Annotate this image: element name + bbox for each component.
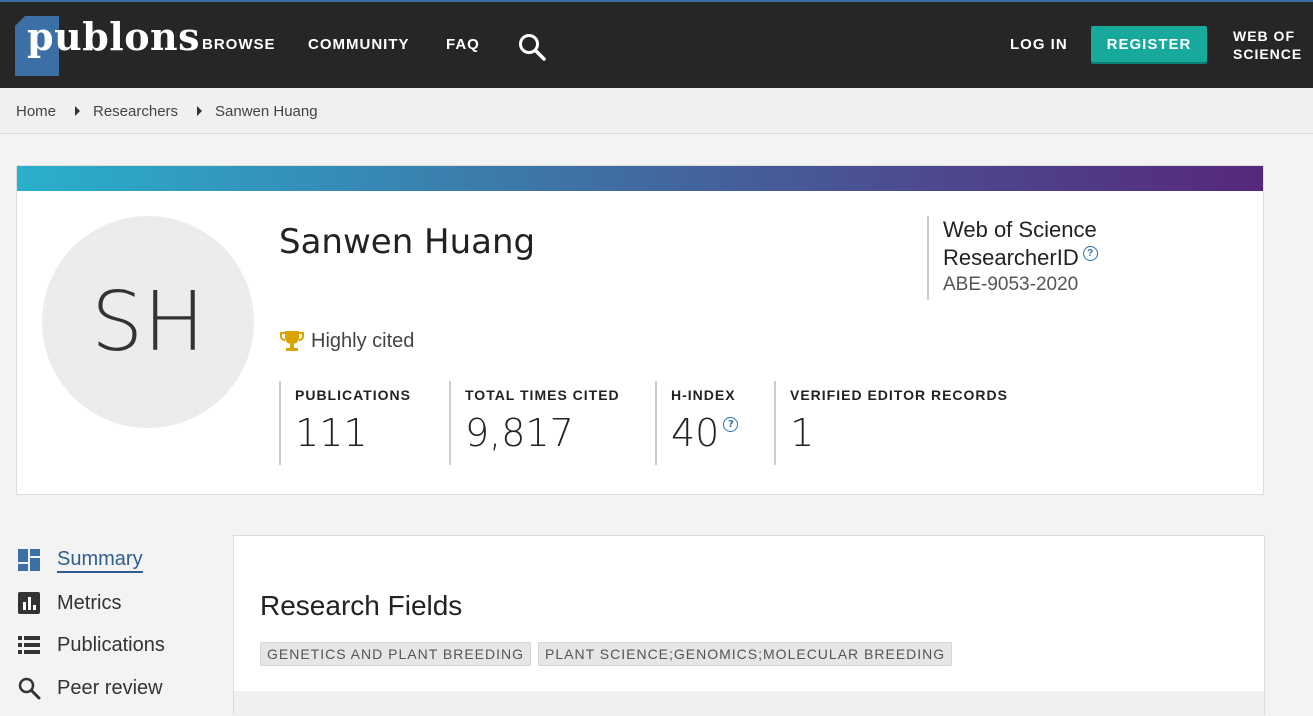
research-field-tag[interactable]: PLANT SCIENCE;GENOMICS;MOLECULAR BREEDIN…: [538, 642, 953, 666]
metric-value: 1: [790, 411, 815, 455]
research-field-tags: GENETICS AND PLANT BREEDING PLANT SCIENC…: [260, 642, 953, 666]
logo-corner: [15, 14, 27, 26]
wos-id-title-line2: ResearcherID: [943, 245, 1079, 270]
wos-id-title: Web of Science ResearcherID?: [943, 216, 1098, 272]
wos-researcher-id-box: Web of Science ResearcherID? ABE-9053-20…: [927, 216, 1098, 300]
breadcrumb-home[interactable]: Home: [16, 103, 56, 120]
metric-publications[interactable]: PUBLICATIONS 111: [279, 381, 411, 465]
avatar: SH: [42, 216, 254, 428]
chevron-right-icon: [75, 106, 80, 116]
metric-label: VERIFIED EDITOR RECORDS: [790, 387, 1008, 403]
bar-chart-icon: [18, 592, 40, 614]
wos-id-title-line2-row: ResearcherID?: [943, 244, 1098, 272]
search-icon: [18, 677, 41, 700]
chevron-right-icon: [197, 106, 202, 116]
sidebar-item-publications[interactable]: Publications: [17, 630, 165, 660]
highly-cited-badge: Highly cited: [279, 328, 414, 354]
sidebar-item-label: Publications: [57, 633, 165, 656]
metric-verified-editor-records[interactable]: VERIFIED EDITOR RECORDS 1: [774, 381, 1008, 465]
metric-value: 9,817: [465, 411, 574, 455]
research-fields-panel: Research Fields GENETICS AND PLANT BREED…: [233, 535, 1265, 716]
profile-card: SH Sanwen Huang Web of Science Researche…: [16, 165, 1264, 495]
metric-value: 111: [295, 411, 368, 455]
metric-label: PUBLICATIONS: [295, 387, 411, 403]
metric-label: H-INDEX: [671, 387, 736, 403]
highly-cited-label: Highly cited: [311, 329, 415, 352]
sidebar-item-label: Summary: [57, 548, 143, 573]
search-icon[interactable]: [517, 32, 547, 62]
sidebar-item-label: Metrics: [57, 591, 122, 614]
metric-total-times-cited[interactable]: TOTAL TIMES CITED 9,817: [449, 381, 620, 465]
wos-id-title-line1: Web of Science: [943, 217, 1097, 242]
help-icon[interactable]: ?: [723, 417, 739, 432]
wos-researcher-id: ABE-9053-2020: [943, 274, 1079, 295]
card-gradient-banner: [17, 166, 1263, 191]
research-field-tag[interactable]: GENETICS AND PLANT BREEDING: [260, 642, 532, 666]
breadcrumb-researchers[interactable]: Researchers: [93, 103, 178, 120]
wos-link-line2: SCIENCE: [1233, 46, 1303, 62]
wos-link-line1: WEB OF: [1233, 28, 1295, 44]
research-fields-title: Research Fields: [260, 590, 463, 621]
top-navbar: publons BROWSE COMMUNITY FAQ LOG IN REGI…: [0, 0, 1313, 88]
breadcrumb-current: Sanwen Huang: [215, 103, 318, 120]
metric-value: 40: [671, 411, 720, 455]
web-of-science-link[interactable]: WEB OF SCIENCE: [1233, 27, 1302, 63]
nav-community[interactable]: COMMUNITY: [308, 36, 410, 53]
sidebar-item-label: Peer review: [57, 676, 163, 699]
nav-browse[interactable]: BROWSE: [202, 36, 276, 53]
sidebar-item-summary[interactable]: Summary: [17, 545, 143, 575]
researcher-name: Sanwen Huang: [279, 222, 536, 262]
login-link[interactable]: LOG IN: [1010, 36, 1068, 53]
trophy-icon: [280, 331, 304, 351]
metric-value-row: 40?: [671, 411, 739, 455]
publons-logo[interactable]: publons: [15, 14, 200, 78]
nav-faq[interactable]: FAQ: [446, 36, 480, 53]
sidebar-item-metrics[interactable]: Metrics: [17, 588, 121, 618]
register-button[interactable]: REGISTER: [1091, 26, 1207, 62]
logo-text: publons: [27, 14, 201, 59]
metric-label: TOTAL TIMES CITED: [465, 387, 620, 403]
breadcrumb: Home Researchers Sanwen Huang: [0, 88, 1313, 134]
help-icon[interactable]: ?: [1082, 246, 1098, 261]
dashboard-icon: [18, 549, 40, 571]
list-icon: [18, 636, 40, 654]
sidebar-item-peer-review[interactable]: Peer review: [17, 673, 163, 703]
metric-h-index[interactable]: H-INDEX 40?: [655, 381, 739, 465]
